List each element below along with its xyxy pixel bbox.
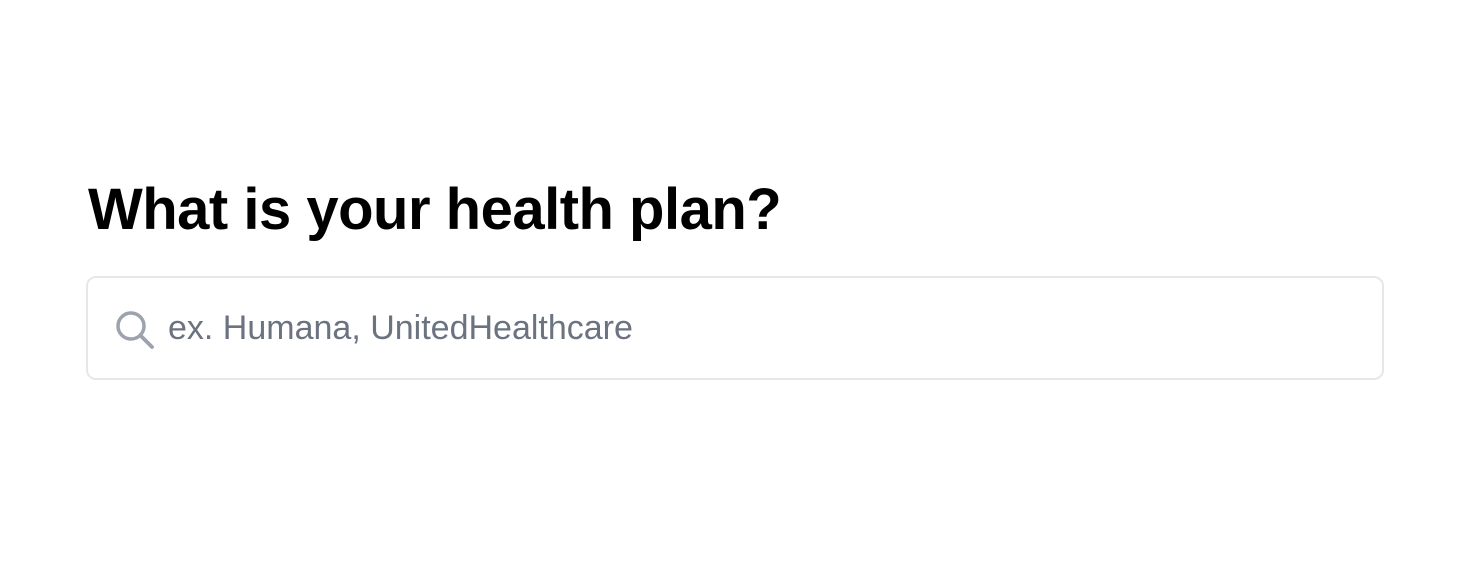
health-plan-search-input[interactable] xyxy=(168,278,1368,378)
page-title: What is your health plan? xyxy=(88,177,782,242)
search-icon xyxy=(116,311,154,349)
health-plan-search-box[interactable] xyxy=(86,276,1384,380)
